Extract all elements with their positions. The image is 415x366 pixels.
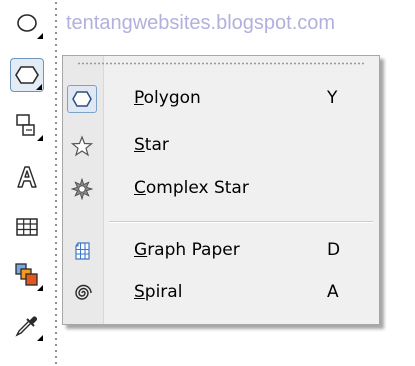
interactive-fill-tool[interactable]	[10, 258, 44, 292]
menu-item-label: Star	[134, 135, 169, 155]
menu-item-graph-paper[interactable]: Graph Paper D	[63, 233, 379, 269]
menu-item-label: Graph Paper	[134, 240, 240, 260]
menu-item-shortcut: Y	[327, 88, 338, 108]
spiral-icon	[67, 279, 97, 307]
ellipse-tool[interactable]	[10, 6, 44, 40]
polygon-icon	[67, 85, 97, 113]
menu-item-star[interactable]: Star	[63, 128, 379, 164]
menu-item-complex-star[interactable]: Complex Star	[63, 171, 379, 207]
text-tool[interactable]	[10, 160, 44, 194]
menu-item-label: Complex Star	[134, 178, 249, 198]
menu-item-shortcut: A	[327, 282, 339, 302]
complex-star-icon	[67, 175, 97, 203]
graph-paper-icon	[67, 237, 97, 265]
menu-item-spiral[interactable]: Spiral A	[63, 275, 379, 311]
ellipse-icon	[17, 14, 37, 32]
polygon-flyout-menu: Polygon Y Star Complex Star Graph Paper …	[62, 55, 380, 325]
menu-item-label: Spiral	[134, 282, 183, 302]
menu-item-label: Polygon	[134, 88, 201, 108]
table-icon	[16, 218, 38, 236]
toolbox-grip[interactable]	[54, 0, 58, 366]
eyedropper-tool[interactable]	[10, 308, 44, 342]
star-icon	[67, 132, 97, 160]
watermark: tentangwebsites.blogspot.com	[66, 12, 336, 34]
menu-separator	[109, 221, 373, 223]
table-tool[interactable]	[10, 210, 44, 244]
toolbox	[0, 0, 58, 366]
basic-shapes-tool[interactable]	[10, 108, 44, 142]
flyout-grip[interactable]	[77, 62, 365, 65]
polygon-tool[interactable]	[10, 58, 44, 92]
menu-item-shortcut: D	[327, 240, 341, 260]
menu-item-polygon[interactable]: Polygon Y	[63, 81, 379, 117]
text-a-icon	[17, 166, 37, 188]
